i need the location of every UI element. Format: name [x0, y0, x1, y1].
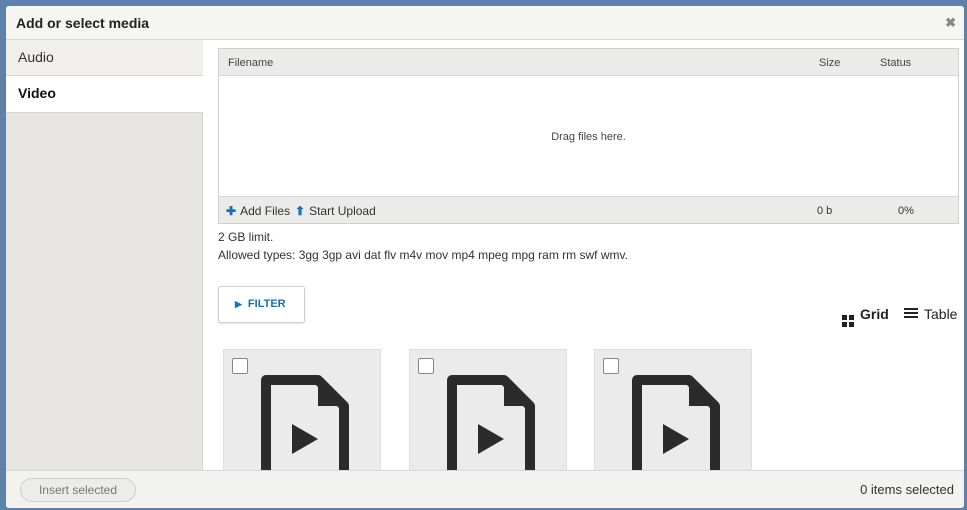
video-file-icon: [447, 375, 535, 478]
insert-selected-button[interactable]: Insert selected: [20, 478, 136, 502]
drop-zone-text: Drag files here.: [551, 131, 626, 143]
file-uploader: Filename Size Status Drag files here. ✚ A…: [218, 48, 959, 224]
start-upload-button[interactable]: ⬆ Start Upload: [295, 204, 376, 218]
media-item[interactable]: [409, 349, 567, 479]
list-icon: [904, 306, 918, 320]
dialog-footer: Insert selected 0 items selected: [6, 470, 964, 508]
uploader-footer: ✚ Add Files ⬆ Start Upload 0 b 0%: [219, 196, 958, 223]
media-dialog: Add or select media ✖ Audio Video Filena…: [6, 6, 964, 508]
media-item[interactable]: [223, 349, 381, 479]
media-item-checkbox[interactable]: [418, 358, 434, 374]
tab-video[interactable]: Video: [6, 76, 203, 113]
start-upload-label: Start Upload: [309, 204, 376, 218]
grid-view-label: Grid: [860, 306, 889, 322]
triangle-right-icon: ▶: [235, 299, 242, 309]
media-item-checkbox[interactable]: [232, 358, 248, 374]
media-type-sidebar: Audio Video: [6, 40, 203, 470]
uploader-header: Filename Size Status: [219, 49, 958, 76]
drop-zone[interactable]: Drag files here.: [219, 76, 958, 198]
video-file-icon: [261, 375, 349, 478]
video-file-icon: [632, 375, 720, 478]
media-item-checkbox[interactable]: [603, 358, 619, 374]
column-size: Size: [819, 57, 841, 69]
plus-icon: ✚: [226, 204, 237, 218]
grid-view-toggle[interactable]: Grid: [842, 306, 889, 327]
arrow-up-icon: ⬆: [295, 204, 306, 218]
column-filename: Filename: [228, 57, 274, 69]
allowed-types-text: Allowed types: 3gg 3gp avi dat flv m4v m…: [218, 248, 628, 262]
add-files-label: Add Files: [240, 204, 291, 218]
dialog-title: Add or select media: [16, 15, 150, 31]
grid-icon: [842, 315, 854, 327]
total-size: 0 b: [817, 205, 833, 217]
filter-button[interactable]: ▶ FILTER: [218, 286, 305, 323]
table-view-label: Table: [924, 306, 958, 322]
upload-progress: 0%: [898, 205, 914, 217]
media-item[interactable]: [594, 349, 752, 479]
selected-count: 0 items selected: [860, 482, 954, 497]
filter-label: FILTER: [247, 298, 286, 310]
table-view-toggle[interactable]: Table: [904, 306, 957, 322]
tab-audio[interactable]: Audio: [6, 40, 203, 76]
add-files-button[interactable]: ✚ Add Files: [226, 204, 290, 218]
dialog-titlebar: Add or select media ✖: [6, 6, 964, 40]
upload-limit-text: 2 GB limit.: [218, 230, 274, 244]
close-icon[interactable]: ✖: [945, 15, 956, 31]
column-status: Status: [880, 57, 912, 69]
